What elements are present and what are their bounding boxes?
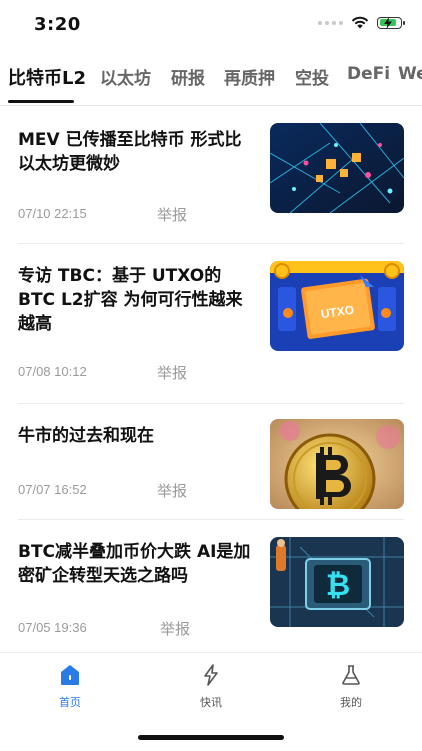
article-item[interactable]: MEV 已传播至比特币 形式比以太坊更微妙 07/10 22:15 举报 (0, 106, 422, 244)
article-date: 07/05 19:36 (18, 620, 87, 635)
home-icon (61, 665, 79, 685)
article-thumbnail[interactable]: ₿ (270, 537, 404, 627)
lightning-icon (204, 664, 218, 686)
article-thumbnail[interactable] (270, 123, 404, 213)
flask-icon (342, 665, 360, 685)
nav-profile[interactable]: 我的 (321, 663, 381, 710)
nav-home-label: 首页 (59, 696, 81, 709)
tab-web3[interactable]: We (398, 64, 422, 84)
tab-research[interactable]: 研报 (171, 64, 205, 89)
svg-text:₿: ₿ (326, 568, 350, 603)
status-time: 3:20 (34, 14, 81, 35)
article-title[interactable]: MEV 已传播至比特币 形式比以太坊更微妙 (18, 128, 256, 176)
signal-icon (318, 20, 343, 25)
nav-flash-news[interactable]: 快讯 (181, 663, 241, 710)
active-tab-indicator (8, 100, 74, 103)
nav-profile-label: 我的 (340, 696, 362, 709)
category-tabs: 比特币L2 以太坊 研报 再质押 空投 DeFi We (0, 58, 422, 104)
report-button[interactable]: 举报 (157, 204, 187, 225)
article-thumbnail[interactable]: UTXO (270, 261, 404, 351)
battery-icon (377, 16, 405, 29)
article-item[interactable]: 专访 TBC：基于 UTXO的BTC L2扩容 为何可行性越来越高 07/08 … (0, 244, 422, 404)
tab-airdrop[interactable]: 空投 (295, 64, 329, 89)
tab-defi[interactable]: DeFi (347, 64, 390, 84)
report-button[interactable]: 举报 (157, 480, 187, 501)
article-title[interactable]: 牛市的过去和现在 (18, 424, 256, 448)
article-date: 07/07 16:52 (18, 482, 87, 497)
tab-ethereum[interactable]: 以太坊 (100, 64, 151, 89)
wifi-icon (351, 16, 369, 29)
article-thumbnail[interactable] (270, 419, 404, 509)
status-icons (318, 16, 405, 29)
nav-home[interactable]: 首页 (40, 663, 100, 710)
article-date: 07/08 10:12 (18, 364, 87, 379)
status-bar: 3:20 (0, 0, 422, 50)
article-item[interactable]: BTC减半叠加币价大跌 AI是加密矿企转型天选之路吗 07/05 19:36 举… (0, 520, 422, 652)
report-button[interactable]: 举报 (160, 618, 190, 639)
article-item[interactable]: 牛市的过去和现在 07/07 16:52 举报 (0, 404, 422, 520)
report-button[interactable]: 举报 (157, 362, 187, 383)
article-date: 07/10 22:15 (18, 206, 87, 221)
tab-restaking[interactable]: 再质押 (224, 64, 275, 89)
tab-bitcoin-l2[interactable]: 比特币L2 (8, 64, 86, 90)
home-indicator (138, 735, 284, 740)
article-title[interactable]: BTC减半叠加币价大跌 AI是加密矿企转型天选之路吗 (18, 540, 256, 588)
article-title[interactable]: 专访 TBC：基于 UTXO的BTC L2扩容 为何可行性越来越高 (18, 264, 256, 336)
nav-flash-news-label: 快讯 (200, 696, 222, 709)
